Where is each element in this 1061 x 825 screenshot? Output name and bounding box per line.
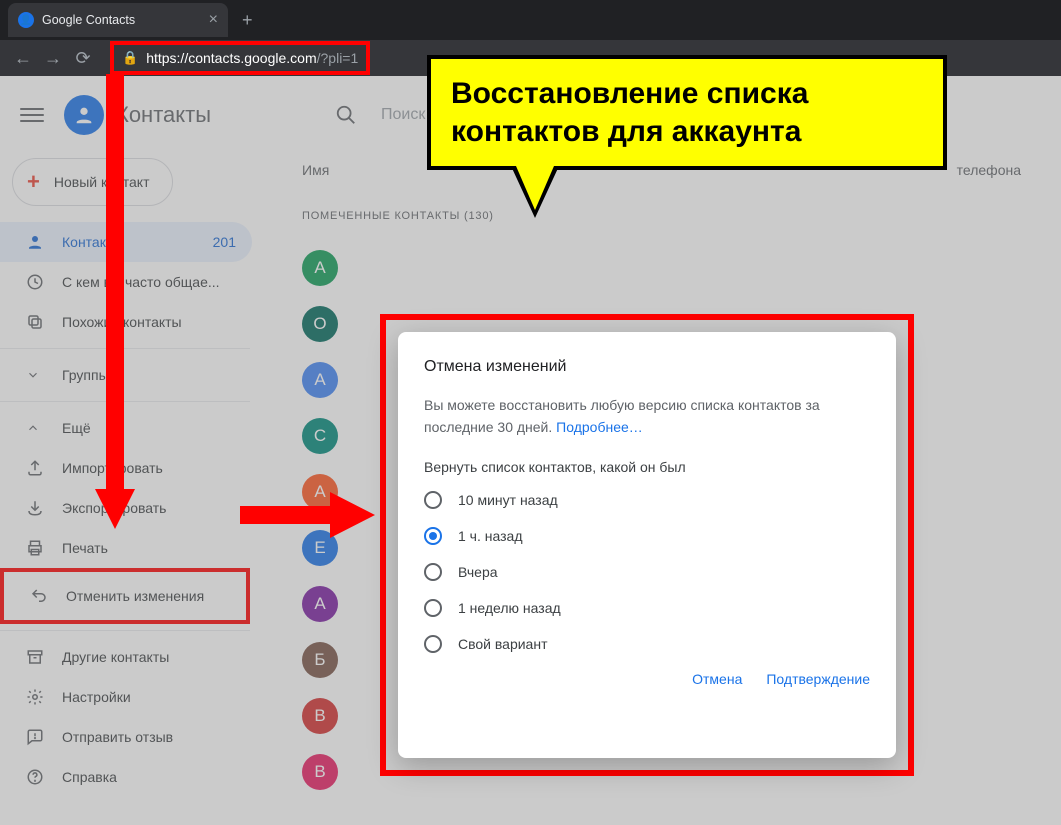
confirm-button[interactable]: Подтверждение	[766, 671, 870, 687]
contact-row[interactable]: А	[302, 240, 1061, 296]
sidebar-item-badge: 201	[213, 234, 236, 250]
sidebar-item-other[interactable]: Другие контакты	[0, 637, 252, 677]
radio-group: 10 минут назад 1 ч. назад Вчера 1 неделю на…	[424, 491, 870, 653]
sidebar-item-undo[interactable]: Отменить изменения	[4, 576, 246, 616]
history-icon	[26, 273, 62, 291]
gear-icon	[26, 688, 62, 706]
radio-icon	[424, 491, 442, 509]
divider	[0, 630, 250, 631]
reload-button[interactable]: ⟳	[68, 48, 98, 69]
plus-icon: +	[27, 169, 40, 195]
sidebar-item-label: Настройки	[62, 689, 131, 705]
feedback-icon	[26, 728, 62, 746]
new-tab-button[interactable]: +	[242, 10, 253, 31]
copy-icon	[26, 313, 62, 331]
avatar: С	[302, 418, 338, 454]
cancel-button[interactable]: Отмена	[692, 671, 742, 687]
forward-button[interactable]: →	[38, 48, 68, 69]
annotation-arrow-right	[240, 480, 380, 540]
annotation-callout: Восстановление списка контактов для акка…	[427, 55, 947, 170]
dialog-title: Отмена изменений	[424, 358, 870, 376]
sidebar-item-label: Другие контакты	[62, 649, 169, 665]
address-bar[interactable]: 🔒 https://contacts.google.com /?pli=1	[110, 41, 370, 75]
dialog-learn-more-link[interactable]: Подробнее…	[556, 419, 643, 435]
sidebar-item-label: Отменить изменения	[66, 588, 204, 604]
url-path: /?pli=1	[317, 50, 359, 66]
section-header: ПОМЕЧЕННЫЕ КОНТАКТЫ (130)	[302, 210, 1061, 222]
sidebar: + Новый контакт Контакты 201 С кем вы ча…	[0, 154, 290, 797]
download-icon	[26, 499, 62, 517]
sidebar-item-label: С кем вы часто общае...	[62, 274, 220, 290]
radio-option[interactable]: Вчера	[424, 563, 870, 581]
tab-favicon: 👤	[18, 12, 34, 28]
sidebar-item-settings[interactable]: Настройки	[0, 677, 252, 717]
radio-label: 10 минут назад	[458, 492, 558, 508]
avatar: О	[302, 306, 338, 342]
radio-option[interactable]: 1 неделю назад	[424, 599, 870, 617]
sidebar-item-label: Справка	[62, 769, 117, 785]
radio-icon	[424, 563, 442, 581]
dialog-restore-label: Вернуть список контактов, какой он был	[424, 459, 870, 475]
avatar: А	[302, 586, 338, 622]
radio-label: Свой вариант	[458, 636, 548, 652]
sidebar-item-label: Отправить отзыв	[62, 729, 173, 745]
sidebar-item-label: Печать	[62, 540, 108, 556]
undo-highlight-box: Отменить изменения	[0, 568, 250, 624]
url-host: https://contacts.google.com	[146, 50, 316, 66]
print-icon	[26, 539, 62, 557]
dialog-actions: Отмена Подтверждение	[424, 671, 870, 687]
upload-icon	[26, 459, 62, 477]
chevron-down-icon	[26, 368, 62, 382]
close-icon[interactable]: ×	[209, 11, 218, 29]
undo-dialog: Отмена изменений Вы можете восстановить …	[398, 332, 896, 758]
avatar: Б	[302, 642, 338, 678]
annotation-arrow-down	[90, 74, 134, 534]
avatar: А	[302, 250, 338, 286]
help-icon	[26, 768, 62, 786]
person-icon	[26, 233, 62, 251]
dialog-desc: Вы можете восстановить любую версию спис…	[424, 394, 870, 439]
lock-icon: 🔒	[122, 50, 138, 66]
sidebar-item-feedback[interactable]: Отправить отзыв	[0, 717, 252, 757]
radio-label: 1 ч. назад	[458, 528, 522, 544]
browser-tab[interactable]: 👤 Google Contacts ×	[8, 3, 228, 37]
search-icon	[335, 104, 357, 126]
radio-option[interactable]: 1 ч. назад	[424, 527, 870, 545]
radio-option[interactable]: Свой вариант	[424, 635, 870, 653]
menu-icon[interactable]	[20, 108, 44, 122]
sidebar-item-label: Ещё	[62, 420, 91, 436]
radio-label: 1 неделю назад	[458, 600, 561, 616]
undo-icon	[30, 587, 66, 605]
search-box[interactable]: Поиск	[335, 104, 425, 126]
avatar: В	[302, 754, 338, 790]
avatar: В	[302, 698, 338, 734]
chevron-up-icon	[26, 421, 62, 435]
col-phone: телефона	[957, 162, 1021, 178]
avatar: А	[302, 362, 338, 398]
search-placeholder: Поиск	[381, 106, 425, 124]
radio-icon	[424, 599, 442, 617]
callout-text: Восстановление списка контактов для акка…	[451, 75, 923, 150]
radio-icon	[424, 527, 442, 545]
radio-label: Вчера	[458, 564, 498, 580]
callout-tail	[511, 166, 559, 218]
sidebar-item-help[interactable]: Справка	[0, 757, 252, 797]
back-button[interactable]: ←	[8, 48, 38, 69]
archive-icon	[26, 648, 62, 666]
radio-icon	[424, 635, 442, 653]
tab-strip: 👤 Google Contacts × +	[0, 0, 1061, 40]
dialog-highlight-box: Отмена изменений Вы можете восстановить …	[380, 314, 914, 776]
radio-option[interactable]: 10 минут назад	[424, 491, 870, 509]
sidebar-item-print[interactable]: Печать	[0, 528, 252, 568]
tab-title: Google Contacts	[42, 13, 135, 27]
